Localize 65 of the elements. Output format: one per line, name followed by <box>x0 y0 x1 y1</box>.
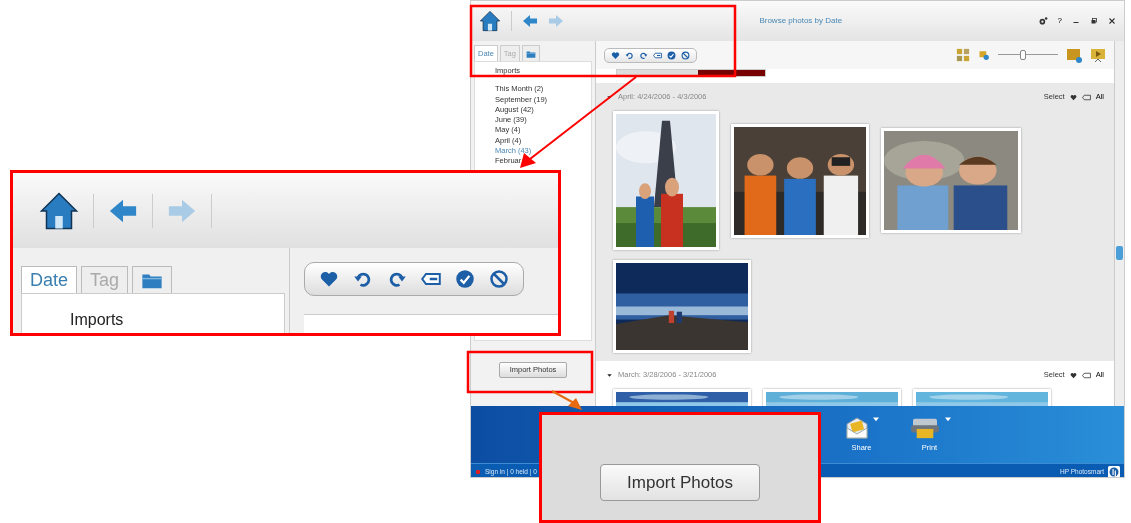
check-button[interactable] <box>455 269 475 289</box>
folder-tab[interactable] <box>521 45 540 61</box>
folder-tab[interactable] <box>132 266 173 293</box>
callout-arrow <box>551 390 582 410</box>
select-tag-icon <box>1081 370 1091 380</box>
check-icon <box>455 269 475 289</box>
zoom-in-icon <box>1066 47 1082 63</box>
caret-icon <box>944 415 951 422</box>
no-sign-button[interactable] <box>681 50 690 60</box>
restore-icon <box>1090 17 1098 25</box>
grid-view-button[interactable] <box>956 48 970 62</box>
select-heart-icon <box>1069 371 1077 379</box>
tag-icon <box>653 50 662 60</box>
home-icon <box>479 10 501 32</box>
heart-icon <box>611 50 620 60</box>
heart-button[interactable] <box>611 50 620 60</box>
settings-icon <box>1037 16 1048 26</box>
zoom-slider[interactable] <box>998 50 1058 60</box>
close-button[interactable] <box>1108 17 1116 25</box>
zoom-out-icon <box>978 49 990 61</box>
rotate-left-button[interactable] <box>625 50 634 60</box>
select-tag-button[interactable] <box>1081 370 1091 380</box>
no-sign-icon <box>489 269 509 289</box>
select-heart-button[interactable] <box>1069 93 1077 101</box>
rotate-left-icon <box>625 50 634 60</box>
forward-icon <box>548 13 564 29</box>
home-button[interactable] <box>479 10 501 32</box>
slideshow-button[interactable] <box>1090 47 1106 63</box>
slider-thumb[interactable] <box>1019 50 1026 60</box>
envelope-icon <box>844 415 869 440</box>
rotate-right-button[interactable] <box>639 50 648 60</box>
caret-icon <box>872 415 879 422</box>
list-item[interactable]: Imports <box>70 311 124 328</box>
help-button[interactable]: ? <box>1057 16 1062 26</box>
grid-view-icon <box>956 48 970 62</box>
slideshow-icon <box>1090 47 1106 63</box>
no-sign-button[interactable] <box>489 269 509 289</box>
select-heart-button[interactable] <box>1069 371 1077 379</box>
heart-button[interactable] <box>319 269 339 289</box>
expand-button[interactable] <box>606 371 613 379</box>
back-button[interactable] <box>522 13 538 29</box>
home-icon <box>39 190 79 231</box>
close-icon <box>1108 17 1116 25</box>
check-icon <box>667 50 676 60</box>
no-sign-icon <box>681 50 690 60</box>
zoom-out-button[interactable] <box>978 49 990 61</box>
select-tag-icon <box>1081 92 1091 102</box>
caret-icon <box>606 371 613 379</box>
window-title: Browse photos by Date <box>758 15 844 27</box>
check-button[interactable] <box>667 50 676 60</box>
status-dot-icon <box>475 468 481 475</box>
select-heart-icon <box>1069 93 1077 101</box>
select-tag-button[interactable] <box>1081 92 1091 102</box>
back-icon <box>522 13 538 29</box>
heart-icon <box>319 269 339 289</box>
home-button[interactable] <box>39 190 79 231</box>
zoom-in-button[interactable] <box>1066 47 1082 63</box>
tab[interactable]: Date <box>21 266 78 293</box>
restore-button[interactable] <box>1090 17 1098 25</box>
import-photos-button[interactable]: Import Photos <box>600 463 760 502</box>
tag-button[interactable] <box>653 50 662 60</box>
settings-button[interactable] <box>1037 16 1048 26</box>
rotate-right-icon <box>639 50 648 60</box>
logo-icon <box>1108 465 1120 477</box>
scroll-thumb[interactable] <box>1116 246 1123 260</box>
